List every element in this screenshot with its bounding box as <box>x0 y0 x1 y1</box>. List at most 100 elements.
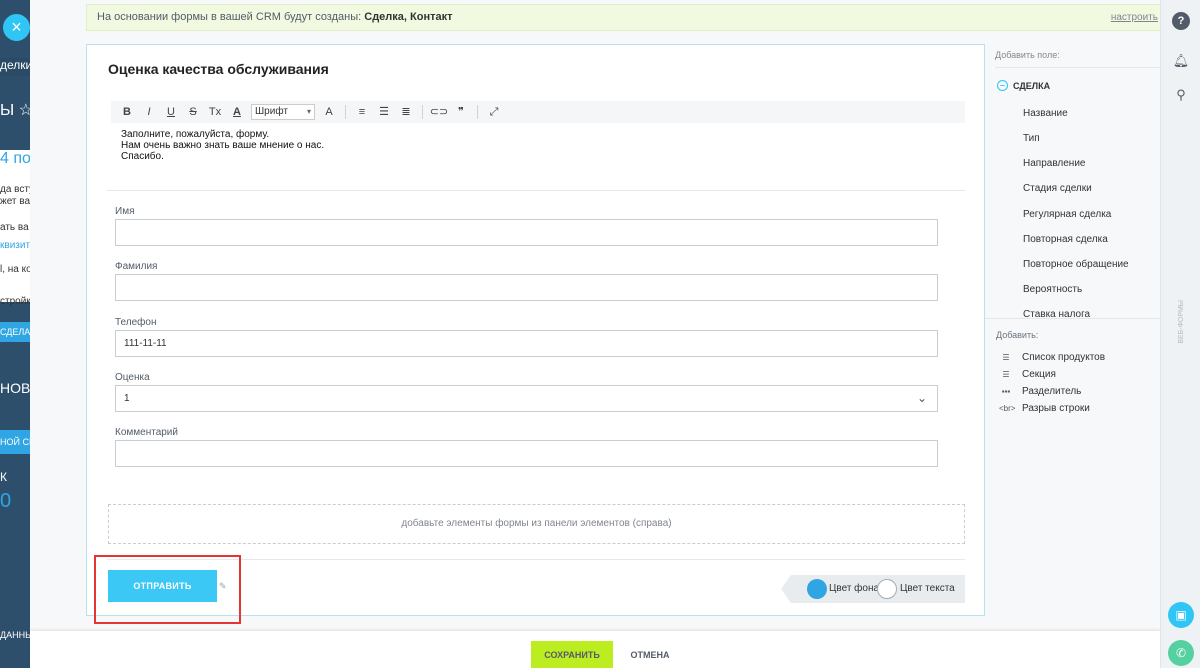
comment-input[interactable] <box>115 440 938 467</box>
align-icon[interactable]: ≣ <box>396 103 416 121</box>
panel-field-item[interactable]: Повторное обращение <box>1023 259 1129 270</box>
add-item-label: Разделитель <box>1022 386 1082 397</box>
collapse-icon: – <box>997 80 1008 91</box>
bg-text: НОВЛ <box>0 380 30 396</box>
toolbar-separator <box>477 105 478 119</box>
pencil-icon[interactable]: ✎ <box>219 581 227 592</box>
add-item-label: Разрыв строки <box>1022 403 1090 414</box>
form-card: Оценка качества обслуживания B I U S Tx … <box>86 44 985 624</box>
editor-body[interactable]: Заполните, пожалуйста, форму. Нам очень … <box>121 129 324 162</box>
bell-icon[interactable]: 🔔︎ <box>1172 52 1190 70</box>
phone-icon[interactable]: ✆ <box>1168 640 1194 666</box>
info-entities: Сделка, Контакт <box>364 11 453 23</box>
bg-text: l, на ко <box>0 264 30 275</box>
bg-text: стройк <box>0 296 30 307</box>
divider <box>985 318 1170 319</box>
bg-color-label[interactable]: Цвет фона <box>829 583 879 594</box>
close-slider-button[interactable]: × <box>3 14 30 41</box>
right-sidebar: ? 🔔︎ ⚲ ВЕБ-ФОРМЫ ▣ ✆ <box>1160 0 1200 668</box>
bg-text: Ы ☆ <box>0 102 30 119</box>
form-title[interactable]: Оценка качества обслуживания <box>108 61 329 77</box>
bg-text: 0 <box>0 490 12 512</box>
bottom-action-bar: СОХРАНИТЬ ОТМЕНА <box>30 631 1160 668</box>
add-item-label: Секция <box>1022 369 1056 380</box>
panel-field-item[interactable]: Тип <box>1023 133 1040 144</box>
toolbar-separator <box>422 105 423 119</box>
bold-button[interactable]: B <box>117 103 137 121</box>
panel-field-item[interactable]: Направление <box>1023 158 1085 169</box>
sidebar-vertical-label: ВЕБ-ФОРМЫ <box>1178 300 1185 344</box>
field-label-phone: Телефон <box>115 317 157 328</box>
ordered-list-icon[interactable]: ≡ <box>352 103 372 121</box>
editor-toolbar: B I U S Tx A Шрифт A ≡ ☰ ≣ ⊂⊃ ❞ ⤢ <box>111 101 965 123</box>
field-label-surname: Фамилия <box>115 261 158 272</box>
text-color-swatch[interactable] <box>877 579 897 599</box>
list-icon: ☰ <box>1002 353 1010 362</box>
strikethrough-button[interactable]: S <box>183 103 203 121</box>
add-product-list[interactable]: ☰ Список продуктов <box>999 352 1105 363</box>
group-deal[interactable]: – СДЕЛКА <box>997 80 1050 91</box>
underline-button[interactable]: U <box>161 103 181 121</box>
text-color-label[interactable]: Цвет текста <box>900 583 955 594</box>
color-switcher: Цвет фона Цвет текста <box>781 575 965 603</box>
search-placeholder: Добавить поле: <box>995 50 1060 60</box>
help-icon[interactable]: ? <box>1172 12 1190 30</box>
panel-field-item[interactable]: Вероятность <box>1023 284 1082 295</box>
name-input[interactable] <box>115 219 938 246</box>
field-label-rating: Оценка <box>115 372 150 383</box>
panel-field-item[interactable]: Регулярная сделка <box>1023 209 1111 220</box>
panel-field-item[interactable]: Стадия сделки <box>1023 183 1092 194</box>
text-color-button[interactable]: A <box>227 103 247 121</box>
group-label: СДЕЛКА <box>1013 80 1051 91</box>
add-line-break[interactable]: <br> Разрыв строки <box>999 403 1090 414</box>
bg-text: квизит <box>0 240 30 251</box>
bg-text: делки <box>0 58 30 76</box>
font-size-button[interactable]: A <box>319 103 339 121</box>
surname-input[interactable] <box>115 274 938 301</box>
panel-field-item[interactable]: Повторная сделка <box>1023 234 1108 245</box>
divider-icon: ▪▪▪ <box>1001 387 1011 396</box>
rating-value: 1 <box>124 393 130 404</box>
font-select[interactable]: Шрифт <box>251 104 315 120</box>
field-label-comment: Комментарий <box>115 427 178 438</box>
add-divider[interactable]: ▪▪▪ Разделитель <box>999 386 1082 397</box>
body-line: Заполните, пожалуйста, форму. <box>121 129 270 140</box>
bg-color-swatch[interactable] <box>807 579 827 599</box>
quote-icon[interactable]: ❞ <box>451 103 471 121</box>
fullscreen-icon[interactable]: ⤢ <box>484 103 504 121</box>
clear-format-button[interactable]: Tx <box>205 103 225 121</box>
linebreak-icon: <br> <box>999 404 1016 413</box>
chat-icon[interactable]: ▣ <box>1168 602 1194 628</box>
bg-text: НОЙ СВ <box>0 430 30 454</box>
bullet-list-icon[interactable]: ☰ <box>374 103 394 121</box>
form-editor-slider: На основании формы в вашей CRM будут соз… <box>30 0 1170 668</box>
bg-text: ать ва <box>0 222 30 302</box>
setup-link[interactable]: настроить <box>1111 5 1158 30</box>
bg-text: К <box>0 470 7 484</box>
link-icon[interactable]: ⊂⊃ <box>429 103 449 121</box>
field-label-name: Имя <box>115 206 135 217</box>
rating-select[interactable]: 1 ⌄ <box>115 385 938 412</box>
panel-field-item[interactable]: Название <box>1023 108 1068 119</box>
add-label: Добавить: <box>996 330 1039 340</box>
bg-text: СДЕЛА <box>0 322 30 342</box>
save-button[interactable]: СОХРАНИТЬ <box>531 641 613 668</box>
divider <box>107 190 965 191</box>
elements-dropzone[interactable]: добавьте элементы формы из панели элемен… <box>108 504 965 544</box>
cancel-button[interactable]: ОТМЕНА <box>620 641 680 668</box>
bg-text: жет ва <box>0 196 30 207</box>
phone-input[interactable]: 111-11-11 <box>115 330 938 357</box>
submit-button[interactable]: ОТПРАВИТЬ <box>108 570 217 602</box>
chevron-down-icon: ⌄ <box>916 391 927 405</box>
section-icon: ☰ <box>1002 370 1010 379</box>
search-icon[interactable]: ⚲ <box>1172 86 1190 104</box>
bg-text: ДАННЫ <box>0 630 30 640</box>
italic-button[interactable]: I <box>139 103 159 121</box>
crm-info-bar: На основании формы в вашей CRM будут соз… <box>86 4 1170 31</box>
toolbar-separator <box>345 105 346 119</box>
background-page: делки Ы ☆ 4 пом да всту жет ва ать ва кв… <box>0 0 30 668</box>
add-section[interactable]: ☰ Секция <box>999 369 1056 380</box>
add-field-search[interactable]: Добавить поле: ⚲ <box>995 46 1170 68</box>
elements-panel: Добавить поле: ⚲ – СДЕЛКА Название Тип Н… <box>985 44 1180 616</box>
info-text: На основании формы в вашей CRM будут соз… <box>97 11 365 23</box>
